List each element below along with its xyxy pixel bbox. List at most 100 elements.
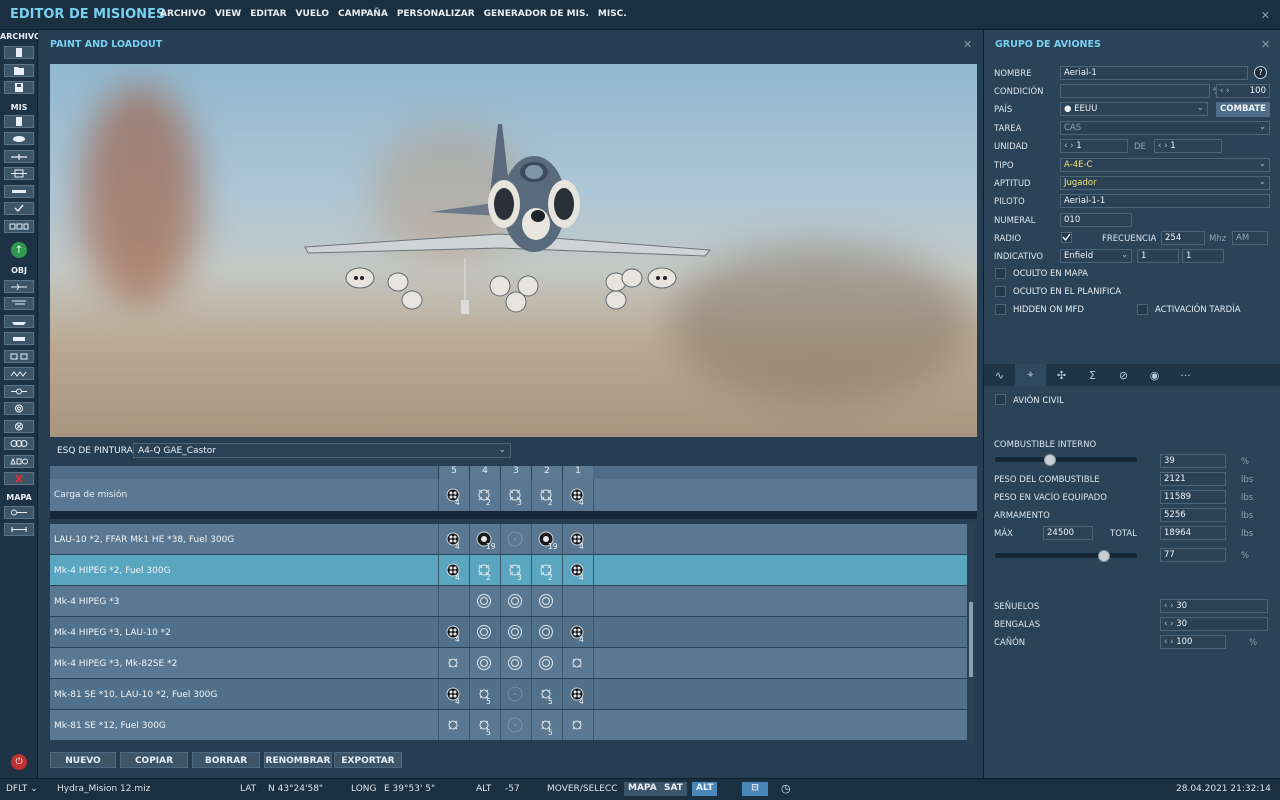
close-icon[interactable]: ✕ — [1261, 38, 1270, 51]
fuel-weight-input[interactable]: 2121 — [1160, 472, 1226, 486]
power-icon[interactable]: ⏻ — [11, 754, 27, 770]
modulation-select[interactable]: AM — [1232, 231, 1268, 245]
export-button[interactable]: EXPORTAR — [334, 752, 402, 768]
briefing-icon[interactable] — [4, 115, 34, 128]
hidden-mfd-checkbox[interactable] — [995, 304, 1006, 315]
store-icon[interactable] — [507, 531, 523, 547]
menu-generador[interactable]: GENERADOR DE MIS. — [484, 9, 589, 19]
waypoint-icon[interactable] — [4, 385, 34, 398]
sigma-icon[interactable]: Σ — [1077, 364, 1108, 386]
store-icon[interactable]: 19 — [476, 531, 496, 551]
hidden-map-checkbox[interactable] — [995, 268, 1006, 279]
frequency-input[interactable]: 254 — [1161, 231, 1205, 245]
store-icon[interactable]: 5 — [538, 686, 554, 706]
map-layers-icon[interactable]: ⊟ — [742, 782, 768, 796]
delete-button[interactable]: BORRAR — [192, 752, 260, 768]
load-slider[interactable] — [995, 553, 1137, 558]
store-icon[interactable]: 4 — [445, 531, 461, 551]
task-select[interactable]: CAS ⌄ — [1060, 121, 1270, 135]
save-icon[interactable] — [4, 81, 34, 94]
store-icon[interactable]: 3 — [507, 562, 523, 582]
unit-total-stepper[interactable]: ‹ › 1 — [1154, 139, 1222, 153]
store-icon[interactable]: 2 — [538, 562, 554, 582]
store-icon[interactable]: 4 — [569, 562, 585, 582]
loadout-row[interactable]: Mk-4 HIPEG *2, Fuel 300G 4 2 3 2 4 — [50, 555, 967, 586]
store-icon[interactable] — [445, 655, 461, 671]
store-icon[interactable] — [507, 717, 523, 733]
airfield-icon[interactable] — [4, 185, 34, 198]
help-icon[interactable]: ? — [1254, 66, 1267, 79]
loadout-row[interactable]: Mk-4 HIPEG *3, Mk-82SE *2 — [50, 648, 967, 679]
route-icon[interactable]: ∿ — [984, 364, 1015, 386]
store-icon[interactable] — [507, 686, 523, 702]
store-icon[interactable] — [507, 655, 523, 671]
arrow-up-icon[interactable]: ↑ — [11, 242, 27, 258]
country-select[interactable]: ● EEUU ⌄ — [1060, 102, 1208, 116]
close-icon[interactable]: ✕ — [963, 38, 972, 51]
store-icon[interactable] — [538, 624, 554, 640]
open-folder-icon[interactable] — [4, 64, 34, 77]
store-icon[interactable] — [476, 624, 492, 640]
loadout-row[interactable]: Mk-81 SE *12, Fuel 300G 5 5 — [50, 710, 967, 741]
menu-misc[interactable]: MISC. — [598, 9, 627, 19]
trigger-zone-icon[interactable] — [4, 167, 34, 180]
store-icon[interactable] — [507, 593, 523, 609]
combat-button[interactable]: COMBATE — [1216, 102, 1270, 117]
late-activation-checkbox[interactable] — [1137, 304, 1148, 315]
shapes-icon[interactable] — [4, 455, 34, 468]
map-key-icon[interactable] — [4, 506, 34, 519]
menu-archivo[interactable]: ARCHIVO — [160, 9, 206, 19]
close-icon[interactable]: ✕ — [1261, 9, 1270, 22]
vehicle-icon[interactable] — [4, 332, 34, 345]
pilot-input[interactable]: Aerial-1-1 — [1060, 194, 1270, 208]
store-icon[interactable]: 5 — [476, 717, 492, 737]
formation-icon[interactable] — [4, 220, 34, 233]
store-icon[interactable] — [507, 624, 523, 640]
clock-icon[interactable]: ◷ — [781, 782, 791, 795]
load-input[interactable]: 77 — [1160, 548, 1226, 562]
chaff-stepper[interactable]: ‹ › 30 — [1160, 599, 1268, 613]
ruler-icon[interactable] — [4, 523, 34, 536]
gun-stepper[interactable]: ‹ › 100 — [1160, 635, 1226, 649]
mission-load-row[interactable]: Carga de misión 4 2 3 2 4 — [50, 479, 977, 511]
store-icon[interactable]: 4 — [569, 487, 585, 507]
condition-stepper[interactable]: ‹ › 100 — [1216, 84, 1270, 98]
store-icon[interactable]: 4 — [445, 624, 461, 644]
static-object-icon[interactable] — [4, 350, 34, 363]
store-icon[interactable]: 19 — [538, 531, 558, 551]
check-icon[interactable] — [4, 202, 34, 215]
menu-personalizar[interactable]: PERSONALIZAR — [397, 9, 475, 19]
multi-zone-icon[interactable] — [4, 437, 34, 450]
copy-button[interactable]: COPIAR — [120, 752, 188, 768]
numeral-input[interactable]: 010 — [1060, 213, 1132, 227]
more-icon[interactable]: ··· — [1170, 364, 1201, 386]
store-icon[interactable]: 2 — [476, 562, 492, 582]
store-icon[interactable] — [538, 655, 554, 671]
new-file-icon[interactable] — [4, 46, 34, 59]
store-icon[interactable] — [569, 717, 585, 733]
hidden-planner-checkbox[interactable] — [995, 286, 1006, 297]
store-icon[interactable]: 4 — [445, 562, 461, 582]
menu-editar[interactable]: EDITAR — [250, 9, 286, 19]
map-button[interactable]: MAPA — [624, 782, 661, 796]
helicopter-icon[interactable] — [4, 297, 34, 310]
target-icon[interactable] — [4, 402, 34, 415]
template-icon[interactable] — [4, 367, 34, 380]
rename-button[interactable]: RENOMBRAR — [264, 752, 332, 768]
drone-icon[interactable]: ✣ — [1046, 364, 1077, 386]
store-icon[interactable]: 4 — [445, 686, 461, 706]
store-icon[interactable]: 3 — [507, 487, 523, 507]
delete-icon[interactable] — [4, 472, 34, 485]
store-icon[interactable] — [476, 593, 492, 609]
callsign-select[interactable]: Enfield ⌄ — [1060, 249, 1132, 263]
callsign-number-1[interactable]: 1 — [1137, 249, 1179, 263]
radio-icon[interactable]: ◉ — [1139, 364, 1170, 386]
loadout-row[interactable]: Mk-4 HIPEG *3 — [50, 586, 967, 617]
fuel-slider-knob[interactable] — [1044, 454, 1057, 466]
payload-icon[interactable]: ⌖ — [1015, 364, 1046, 386]
store-icon[interactable]: 4 — [445, 487, 461, 507]
weather-icon[interactable] — [4, 132, 34, 145]
loadout-row[interactable]: Mk-4 HIPEG *3, LAU-10 *2 4 4 — [50, 617, 967, 648]
store-icon[interactable]: 4 — [569, 624, 585, 644]
new-button[interactable]: NUEVO — [50, 752, 116, 768]
